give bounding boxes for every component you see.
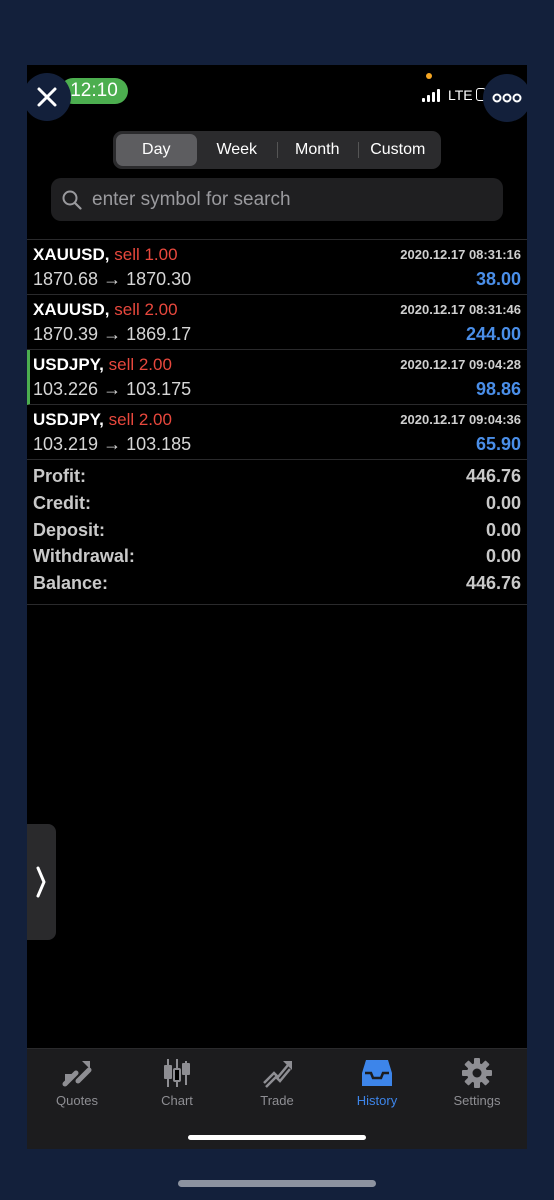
trade-side: sell 1.00 <box>114 245 178 264</box>
account-summary: Profit: 446.76 Credit: 0.00 Deposit: 0.0… <box>27 464 527 605</box>
tab-week[interactable]: Week <box>197 134 278 166</box>
tab-label: Chart <box>161 1093 193 1108</box>
trade-prices: 103.219 → 103.185 <box>33 434 192 454</box>
signal-icon <box>422 89 442 102</box>
trade-prices: 1870.68 → 1870.30 <box>33 269 192 289</box>
tab-trade[interactable]: Trade <box>227 1057 327 1108</box>
bottom-tab-bar: Quotes Chart Trade History Settings <box>27 1048 527 1149</box>
side-panel-handle[interactable] <box>27 824 56 940</box>
trade-side: sell 2.00 <box>108 410 172 429</box>
trade-icon <box>263 1061 292 1088</box>
summary-label: Credit: <box>33 492 91 513</box>
chevron-right-icon <box>36 866 46 898</box>
trade-row[interactable]: XAUUSD, sell 2.00 1870.39 → 1869.17 2020… <box>27 295 527 350</box>
more-dots-icon <box>492 93 522 103</box>
summary-row-withdrawal: Withdrawal: 0.00 <box>27 544 527 571</box>
tab-settings[interactable]: Settings <box>427 1057 527 1108</box>
inbox-icon <box>362 1060 392 1086</box>
trade-profit: 65.90 <box>475 434 521 454</box>
summary-value: 0.00 <box>485 546 521 567</box>
summary-label: Deposit: <box>33 519 105 540</box>
search-input[interactable] <box>90 187 503 212</box>
trade-prices: 103.226 → 103.175 <box>33 379 192 399</box>
trade-symbol-line: XAUUSD, sell 1.00 <box>33 245 178 265</box>
close-icon <box>37 87 57 107</box>
period-segmented-control: Day Week Month Custom <box>113 131 441 169</box>
trade-row[interactable]: XAUUSD, sell 1.00 1870.68 → 1870.30 2020… <box>27 240 527 295</box>
trade-row[interactable]: USDJPY, sell 2.00 103.219 → 103.185 2020… <box>27 405 527 460</box>
candlestick-icon <box>164 1059 190 1087</box>
privacy-indicator-icon <box>426 73 432 79</box>
trade-profit: 38.00 <box>475 269 521 289</box>
summary-value: 0.00 <box>485 492 521 513</box>
tab-chart[interactable]: Chart <box>127 1057 227 1108</box>
trade-history-list: XAUUSD, sell 1.00 1870.68 → 1870.30 2020… <box>27 239 527 460</box>
trade-datetime: 2020.12.17 08:31:16 <box>400 247 521 262</box>
app-screen: 12:10 LTE Day Week Month Custom XAUUS <box>27 65 527 1149</box>
trade-symbol: USDJPY, <box>33 410 104 429</box>
trade-datetime: 2020.12.17 09:04:36 <box>400 412 521 427</box>
summary-value: 446.76 <box>465 466 521 486</box>
gear-icon <box>462 1058 492 1088</box>
tab-month[interactable]: Month <box>277 134 358 166</box>
tab-custom[interactable]: Custom <box>357 134 439 166</box>
summary-label: Withdrawal: <box>33 546 135 567</box>
quotes-icon <box>62 1061 92 1087</box>
summary-label: Balance: <box>33 573 109 594</box>
summary-row-profit: Profit: 446.76 <box>27 464 527 491</box>
trade-side: sell 2.00 <box>114 300 178 319</box>
trade-symbol-line: USDJPY, sell 2.00 <box>33 355 172 375</box>
trade-symbol-line: XAUUSD, sell 2.00 <box>33 300 178 320</box>
home-indicator[interactable] <box>188 1135 366 1140</box>
trade-datetime: 2020.12.17 09:04:28 <box>400 357 521 372</box>
tab-label: History <box>356 1093 398 1108</box>
summary-row-balance: Balance: 446.76 <box>27 571 527 598</box>
trade-profit: 98.86 <box>475 379 521 399</box>
trade-symbol-line: USDJPY, sell 2.00 <box>33 410 172 430</box>
trade-symbol: XAUUSD, <box>33 300 110 319</box>
summary-label: Profit: <box>33 466 86 486</box>
tab-label: Quotes <box>56 1093 98 1108</box>
tab-label: Settings <box>453 1093 501 1108</box>
tab-day[interactable]: Day <box>116 134 197 166</box>
search-icon <box>62 190 82 210</box>
trade-side: sell 2.00 <box>108 355 172 374</box>
tab-history[interactable]: History <box>327 1057 427 1108</box>
trade-symbol: XAUUSD, <box>33 245 110 264</box>
close-button[interactable] <box>27 73 71 121</box>
summary-value: 0.00 <box>485 519 521 540</box>
summary-value: 446.76 <box>465 573 521 594</box>
trade-datetime: 2020.12.17 08:31:46 <box>400 302 521 317</box>
more-button[interactable] <box>483 74 527 122</box>
tab-quotes[interactable]: Quotes <box>27 1057 127 1108</box>
summary-row-credit: Credit: 0.00 <box>27 491 527 518</box>
network-label: LTE <box>448 87 473 103</box>
summary-row-deposit: Deposit: 0.00 <box>27 518 527 545</box>
trade-row[interactable]: USDJPY, sell 2.00 103.226 → 103.175 2020… <box>27 350 527 405</box>
trade-symbol: USDJPY, <box>33 355 104 374</box>
search-bar[interactable] <box>51 178 503 221</box>
trade-prices: 1870.39 → 1869.17 <box>33 324 192 344</box>
trade-profit: 244.00 <box>465 324 521 344</box>
outer-home-bar <box>178 1180 376 1187</box>
tab-label: Trade <box>260 1093 294 1108</box>
